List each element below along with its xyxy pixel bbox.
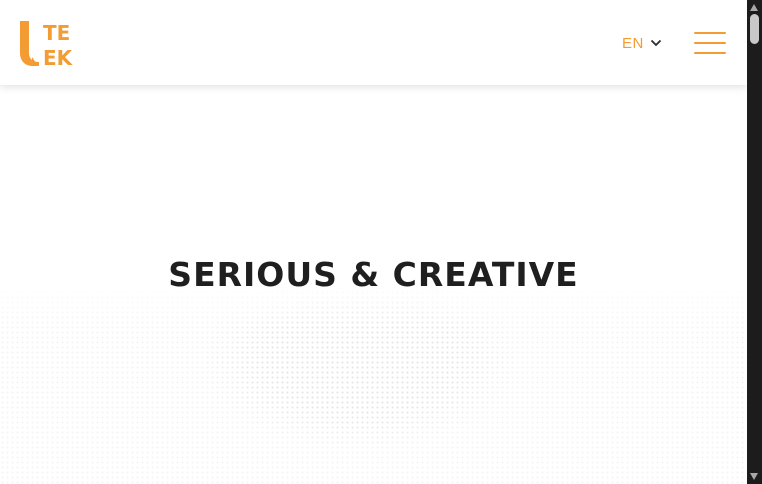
arrow-down-icon[interactable] [750,473,758,480]
hamburger-menu-icon [694,42,726,44]
scrollbar-thumb[interactable] [750,14,759,44]
vertical-scrollbar[interactable] [747,0,762,484]
hamburger-menu-button[interactable] [694,32,726,54]
uteek-logo-icon: TE EK [20,21,74,70]
logo-text-line2: EK [43,46,74,69]
site-header: TE EK EN [0,0,747,85]
logo-link[interactable]: TE EK [19,19,89,70]
arrow-up-icon[interactable] [750,4,758,11]
language-label: EN [622,34,644,52]
hero-section: SERIOUS & CREATIVE [0,85,747,484]
language-selector[interactable]: EN [622,33,662,53]
dots-fade-overlay [0,290,747,484]
hero-title: SERIOUS & CREATIVE [168,255,579,294]
logo-text-line1: TE [43,21,70,45]
chevron-down-icon [650,39,661,47]
hamburger-menu-icon [694,52,726,54]
hamburger-menu-icon [694,32,726,34]
page-viewport: TE EK EN SERIOUS & CREATIVE [0,0,747,484]
